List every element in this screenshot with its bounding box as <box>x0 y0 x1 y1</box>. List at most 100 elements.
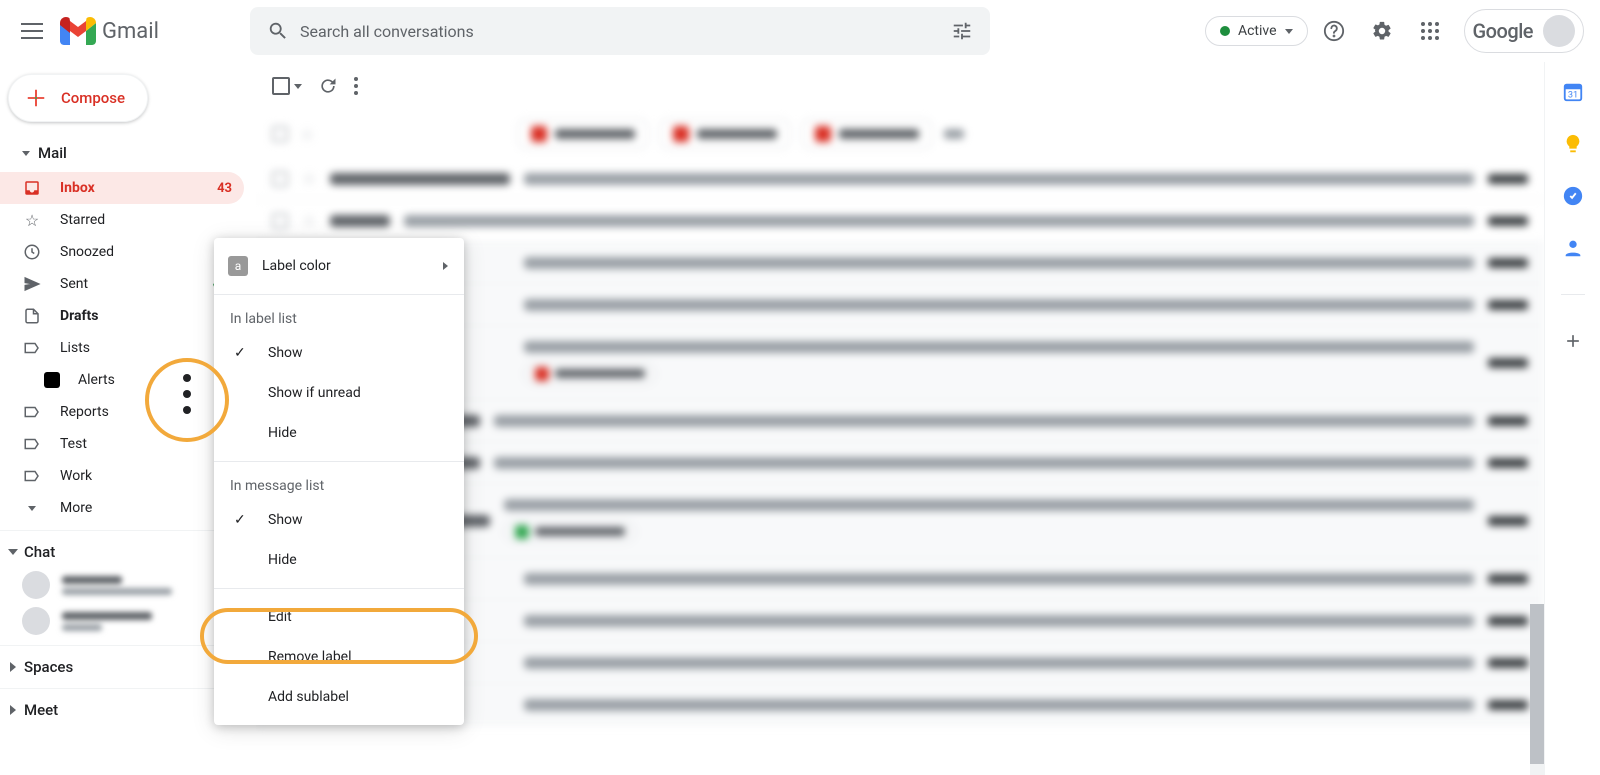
menu-divider <box>214 588 464 589</box>
calendar-icon: 31 <box>1562 81 1584 103</box>
nav-alerts-label: Alerts <box>78 372 232 388</box>
checkbox-icon <box>272 77 290 95</box>
tasks-app-button[interactable] <box>1561 184 1585 208</box>
search-bar[interactable] <box>250 7 990 55</box>
star-icon: ☆ <box>22 210 42 230</box>
header: Gmail Active Google <box>0 0 1600 62</box>
nav-starred[interactable]: ☆ Starred <box>0 204 244 236</box>
chevron-right-icon <box>10 705 16 715</box>
menu-show-message[interactable]: ✓ Show <box>214 500 464 540</box>
menu-section-in-message-list: In message list <box>214 470 464 500</box>
menu-divider <box>214 294 464 295</box>
nav-snoozed[interactable]: Snoozed <box>0 236 244 268</box>
label-icon <box>22 434 42 454</box>
label-context-menu: a Label color In label list ✓ Show Show … <box>214 238 464 725</box>
spaces-section-title: Spaces <box>24 658 73 676</box>
label-icon <box>22 402 42 422</box>
chat-avatar-icon <box>22 607 50 635</box>
nav-more-label: More <box>60 500 232 516</box>
search-options-button[interactable] <box>940 9 984 53</box>
mail-toolbar <box>256 62 1544 110</box>
calendar-app-button[interactable]: 31 <box>1561 80 1585 104</box>
mail-section-title: Mail <box>38 144 67 162</box>
menu-hide-text: Hide <box>268 425 297 441</box>
menu-add-sublabel[interactable]: Add sublabel <box>214 677 464 717</box>
apps-grid-icon <box>1420 21 1440 41</box>
side-panel: 31 <box>1544 62 1600 775</box>
nav-work[interactable]: Work <box>0 460 244 492</box>
menu-show[interactable]: ✓ Show <box>214 333 464 373</box>
search-input[interactable] <box>300 22 940 41</box>
keep-icon <box>1562 133 1584 155</box>
apps-button[interactable] <box>1408 9 1452 53</box>
contacts-app-button[interactable] <box>1561 236 1585 260</box>
chevron-right-icon <box>443 262 448 270</box>
dot-icon <box>183 374 191 382</box>
gear-icon <box>1371 20 1393 42</box>
nav-reports-label: Reports <box>60 404 232 420</box>
menu-show-if-unread-text: Show if unread <box>268 385 361 401</box>
chevron-down-icon <box>22 498 42 518</box>
nav-more[interactable]: More <box>0 492 244 524</box>
chevron-down-icon <box>8 549 18 555</box>
help-icon <box>1323 20 1345 42</box>
nav-inbox[interactable]: Inbox 43 <box>0 172 244 204</box>
nav-work-label: Work <box>60 468 232 484</box>
compose-label: Compose <box>61 89 125 107</box>
menu-hide-message[interactable]: Hide <box>214 540 464 580</box>
contacts-icon <box>1562 237 1584 259</box>
main-menu-button[interactable] <box>8 7 56 55</box>
menu-show-if-unread[interactable]: Show if unread <box>214 373 464 413</box>
search-icon[interactable] <box>256 9 300 53</box>
gmail-logo[interactable]: Gmail <box>60 17 240 45</box>
status-chip[interactable]: Active <box>1205 16 1308 46</box>
nav-drafts-label: Drafts <box>60 308 232 324</box>
mail-section-header[interactable]: Mail <box>0 134 256 172</box>
menu-section-in-label-list: In label list <box>214 303 464 333</box>
refresh-button[interactable] <box>318 76 338 96</box>
support-button[interactable] <box>1312 9 1356 53</box>
nav-lists-label: Lists <box>60 340 232 356</box>
scrollbar[interactable] <box>1530 604 1544 775</box>
nav-snoozed-label: Snoozed <box>60 244 232 260</box>
google-text: Google <box>1473 19 1533 43</box>
add-app-button[interactable] <box>1561 329 1585 353</box>
nav-alerts[interactable]: Alerts <box>0 364 244 396</box>
nav-test[interactable]: Test <box>0 428 244 460</box>
nav-reports[interactable]: Reports <box>0 396 244 428</box>
label-more-options-button[interactable] <box>176 374 198 414</box>
menu-show-message-text: Show <box>268 512 303 528</box>
check-icon: ✓ <box>234 345 246 361</box>
dot-icon <box>183 406 191 414</box>
account-avatar[interactable] <box>1543 15 1575 47</box>
divider <box>1561 294 1585 295</box>
active-dot-icon <box>1220 26 1230 36</box>
menu-label-color[interactable]: a Label color <box>214 246 464 286</box>
google-account-chip[interactable]: Google <box>1464 9 1584 53</box>
menu-remove-label[interactable]: Remove label <box>214 637 464 677</box>
nav-test-label: Test <box>60 436 232 452</box>
menu-divider <box>214 461 464 462</box>
settings-button[interactable] <box>1360 9 1404 53</box>
label-icon <box>22 338 42 358</box>
menu-edit[interactable]: Edit <box>214 597 464 637</box>
menu-add-sublabel-text: Add sublabel <box>268 689 349 705</box>
compose-button[interactable]: Compose <box>8 74 148 122</box>
chevron-down-icon <box>1285 29 1293 34</box>
label-icon <box>22 466 42 486</box>
nav-sent-label: Sent <box>60 276 200 292</box>
meet-section-title: Meet <box>24 701 58 719</box>
nav-lists[interactable]: Lists <box>0 332 244 364</box>
select-all-checkbox[interactable] <box>272 77 302 95</box>
keep-app-button[interactable] <box>1561 132 1585 156</box>
chevron-down-icon <box>294 84 302 89</box>
menu-edit-text: Edit <box>268 609 292 625</box>
gmail-logo-text: Gmail <box>102 19 159 44</box>
compose-plus-icon <box>25 87 47 109</box>
menu-hide[interactable]: Hide <box>214 413 464 453</box>
more-actions-button[interactable] <box>354 77 358 95</box>
nav-drafts[interactable]: Drafts <box>0 300 244 332</box>
status-text: Active <box>1238 23 1277 39</box>
send-icon <box>22 274 42 294</box>
nav-sent[interactable]: Sent ✔✔ <box>0 268 244 300</box>
